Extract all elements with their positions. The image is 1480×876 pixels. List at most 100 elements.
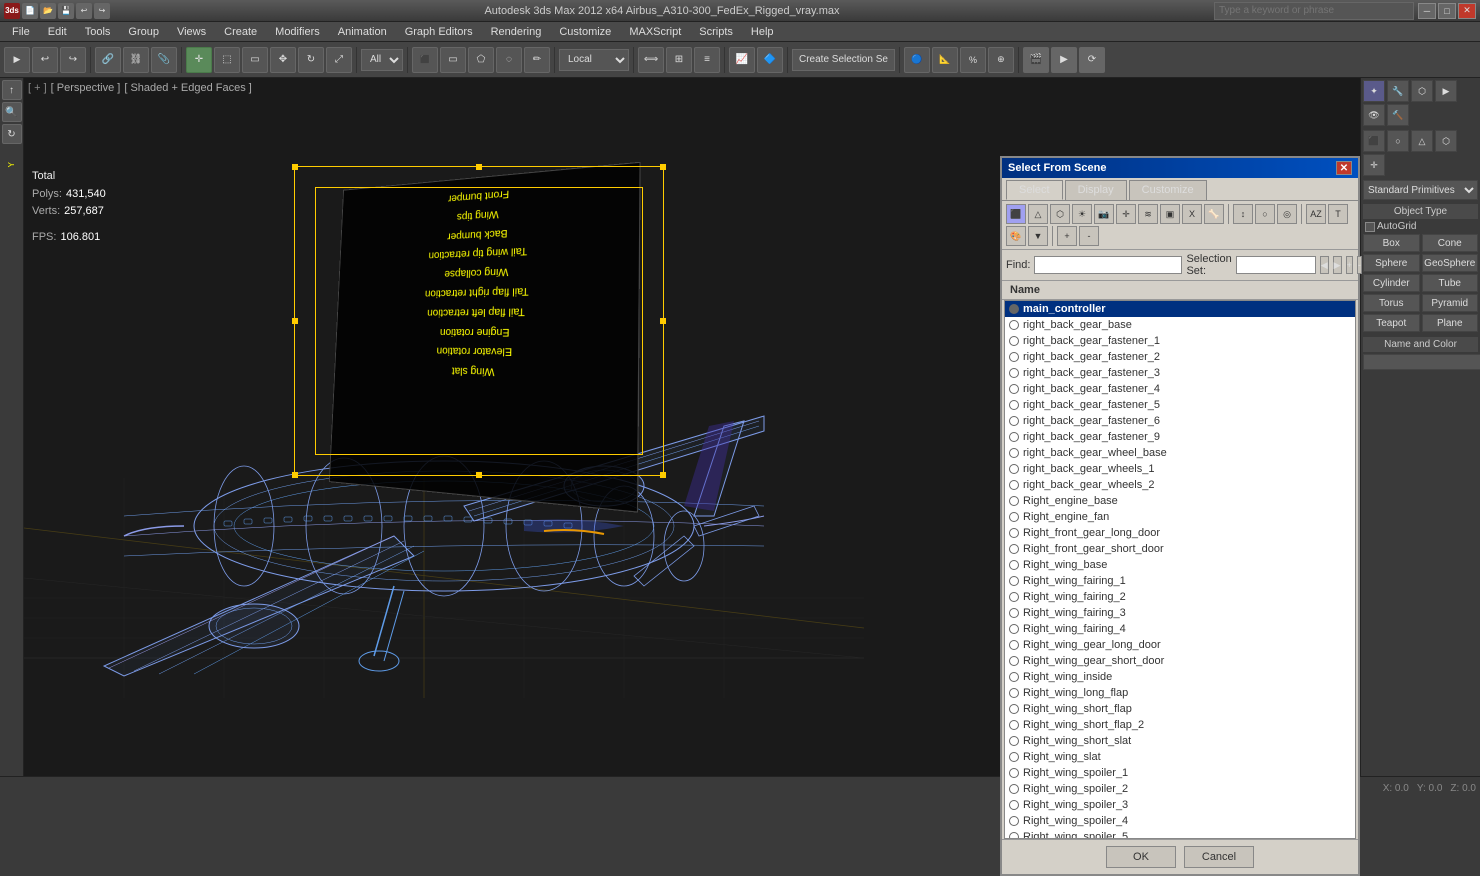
menu-help[interactable]: Help bbox=[743, 24, 782, 40]
list-item[interactable]: Right_wing_spoiler_1 bbox=[1005, 765, 1355, 781]
tb-fence-sel[interactable]: ⬠ bbox=[468, 47, 494, 73]
obj-type-sphere[interactable]: Sphere bbox=[1363, 254, 1420, 272]
tb-render-last[interactable]: ⟳ bbox=[1079, 47, 1105, 73]
ss-next-btn[interactable]: ▶ bbox=[1333, 256, 1342, 274]
tb-angle-snap[interactable]: 📐 bbox=[932, 47, 958, 73]
quick-access-undo[interactable]: ↩ bbox=[76, 3, 92, 19]
tb-select-all[interactable]: ▶ bbox=[4, 47, 30, 73]
list-item[interactable]: Right_front_gear_short_door bbox=[1005, 541, 1355, 557]
standard-primitives-dropdown[interactable]: Standard Primitives bbox=[1363, 180, 1478, 200]
list-item[interactable]: right_back_gear_fastener_5 bbox=[1005, 397, 1355, 413]
list-item[interactable]: Right_engine_base bbox=[1005, 493, 1355, 509]
list-item[interactable]: Right_wing_spoiler_2 bbox=[1005, 781, 1355, 797]
menu-maxscript[interactable]: MAXScript bbox=[621, 24, 689, 40]
menu-file[interactable]: File bbox=[4, 24, 38, 40]
list-item[interactable]: Right_engine_fan bbox=[1005, 509, 1355, 525]
filter-spacewarps[interactable]: ≋ bbox=[1138, 204, 1158, 224]
list-item[interactable]: Right_wing_inside bbox=[1005, 669, 1355, 685]
quick-access-open[interactable]: 📂 bbox=[40, 3, 56, 19]
menu-views[interactable]: Views bbox=[169, 24, 214, 40]
tb-spinner-snap[interactable]: ⊕ bbox=[988, 47, 1014, 73]
list-item[interactable]: Right_wing_spoiler_4 bbox=[1005, 813, 1355, 829]
rs-sub-icon-4[interactable]: ⬡ bbox=[1435, 130, 1457, 152]
lt-move[interactable]: ↑ bbox=[2, 80, 22, 100]
obj-type-teapot[interactable]: Teapot bbox=[1363, 314, 1420, 332]
create-selection-set-button[interactable]: Create Selection Se bbox=[792, 49, 895, 71]
filter-bones[interactable]: 🦴 bbox=[1204, 204, 1224, 224]
tb-rect-sel[interactable]: ▭ bbox=[440, 47, 466, 73]
tab-customize[interactable]: Customize bbox=[1129, 180, 1207, 200]
tb-quick-render[interactable]: ▶ bbox=[1051, 47, 1077, 73]
list-item[interactable]: Right_wing_gear_short_door bbox=[1005, 653, 1355, 669]
list-item[interactable]: right_back_gear_fastener_9 bbox=[1005, 429, 1355, 445]
filter-xrefs[interactable]: X bbox=[1182, 204, 1202, 224]
tb-link[interactable]: 🔗 bbox=[95, 47, 121, 73]
tb-select[interactable]: ✛ bbox=[186, 47, 212, 73]
quick-access-redo[interactable]: ↪ bbox=[94, 3, 110, 19]
tb-unlink[interactable]: ⛓ bbox=[123, 47, 149, 73]
filter-helpers[interactable]: ✛ bbox=[1116, 204, 1136, 224]
obj-type-pyramid[interactable]: Pyramid bbox=[1422, 294, 1479, 312]
tb-paint-sel[interactable]: ✏ bbox=[524, 47, 550, 73]
list-item[interactable]: Right_wing_short_slat bbox=[1005, 733, 1355, 749]
rs-icon-create[interactable]: ✦ bbox=[1363, 80, 1385, 102]
rs-sub-icon-2[interactable]: ○ bbox=[1387, 130, 1409, 152]
list-item[interactable]: right_back_gear_base bbox=[1005, 317, 1355, 333]
search-input[interactable] bbox=[1214, 2, 1414, 20]
dt-none[interactable]: ○ bbox=[1255, 204, 1275, 224]
dt-collapse[interactable]: - bbox=[1079, 226, 1099, 246]
rs-icon-motion[interactable]: ▶ bbox=[1435, 80, 1457, 102]
tb-rotate[interactable]: ↻ bbox=[298, 47, 324, 73]
tb-redo[interactable]: ↪ bbox=[60, 47, 86, 73]
rs-icon-hierarchy[interactable]: ⬡ bbox=[1411, 80, 1433, 102]
list-item[interactable]: Right_wing_short_flap_2 bbox=[1005, 717, 1355, 733]
menu-graph-editors[interactable]: Graph Editors bbox=[397, 24, 481, 40]
tb-undo[interactable]: ↩ bbox=[32, 47, 58, 73]
ok-button[interactable]: OK bbox=[1106, 846, 1176, 868]
list-item[interactable]: right_back_gear_fastener_1 bbox=[1005, 333, 1355, 349]
menu-group[interactable]: Group bbox=[120, 24, 167, 40]
menu-tools[interactable]: Tools bbox=[77, 24, 119, 40]
list-item[interactable]: Right_wing_slat bbox=[1005, 749, 1355, 765]
dt-sort-type[interactable]: T bbox=[1328, 204, 1348, 224]
list-item[interactable]: Right_front_gear_long_door bbox=[1005, 525, 1355, 541]
tab-display[interactable]: Display bbox=[1065, 180, 1127, 200]
tb-mirror[interactable]: ⟺ bbox=[638, 47, 664, 73]
tb-percent-snap[interactable]: % bbox=[960, 47, 986, 73]
menu-scripts[interactable]: Scripts bbox=[691, 24, 741, 40]
tb-snap-toggle[interactable]: 🔵 bbox=[904, 47, 930, 73]
tb-layer[interactable]: ≡ bbox=[694, 47, 720, 73]
filter-geometry[interactable]: △ bbox=[1028, 204, 1048, 224]
filter-shapes[interactable]: ⬡ bbox=[1050, 204, 1070, 224]
rs-icon-modify[interactable]: 🔧 bbox=[1387, 80, 1409, 102]
lt-orbit[interactable]: ↻ bbox=[2, 124, 22, 144]
list-item[interactable]: Right_wing_gear_long_door bbox=[1005, 637, 1355, 653]
obj-type-cone[interactable]: Cone bbox=[1422, 234, 1479, 252]
obj-type-geosphere[interactable]: GeoSphere bbox=[1422, 254, 1479, 272]
tb-scale[interactable]: ⤢ bbox=[326, 47, 352, 73]
lt-zoom[interactable]: 🔍 bbox=[2, 102, 22, 122]
reference-coord-dropdown[interactable]: Local bbox=[559, 49, 629, 71]
dt-invert[interactable]: ↕ bbox=[1233, 204, 1253, 224]
dt-sort-color[interactable]: 🎨 bbox=[1006, 226, 1026, 246]
autogrid-checkbox[interactable] bbox=[1365, 222, 1375, 232]
list-item[interactable]: right_back_gear_wheels_2 bbox=[1005, 477, 1355, 493]
list-item[interactable]: Right_wing_short_flap bbox=[1005, 701, 1355, 717]
dt-expand[interactable]: + bbox=[1057, 226, 1077, 246]
list-item[interactable]: right_back_gear_wheel_base bbox=[1005, 445, 1355, 461]
find-input[interactable] bbox=[1034, 256, 1182, 274]
rs-sub-icon-5[interactable]: ✛ bbox=[1363, 154, 1385, 176]
menu-edit[interactable]: Edit bbox=[40, 24, 75, 40]
select-filter-dropdown[interactable]: All bbox=[361, 49, 403, 71]
minimize-button[interactable]: ─ bbox=[1418, 3, 1436, 19]
rs-sub-icon-3[interactable]: △ bbox=[1411, 130, 1433, 152]
ss-add-btn[interactable]: + bbox=[1346, 256, 1353, 274]
dt-sort-az[interactable]: AZ bbox=[1306, 204, 1326, 224]
object-name-input[interactable] bbox=[1363, 354, 1480, 370]
tb-bind[interactable]: 📎 bbox=[151, 47, 177, 73]
tb-align[interactable]: ⊞ bbox=[666, 47, 692, 73]
tb-lasso-sel[interactable]: ◌ bbox=[496, 47, 522, 73]
selection-set-input[interactable] bbox=[1236, 256, 1316, 274]
list-item[interactable]: Right_wing_spoiler_3 bbox=[1005, 797, 1355, 813]
rs-icon-display[interactable]: 👁 bbox=[1363, 104, 1385, 126]
